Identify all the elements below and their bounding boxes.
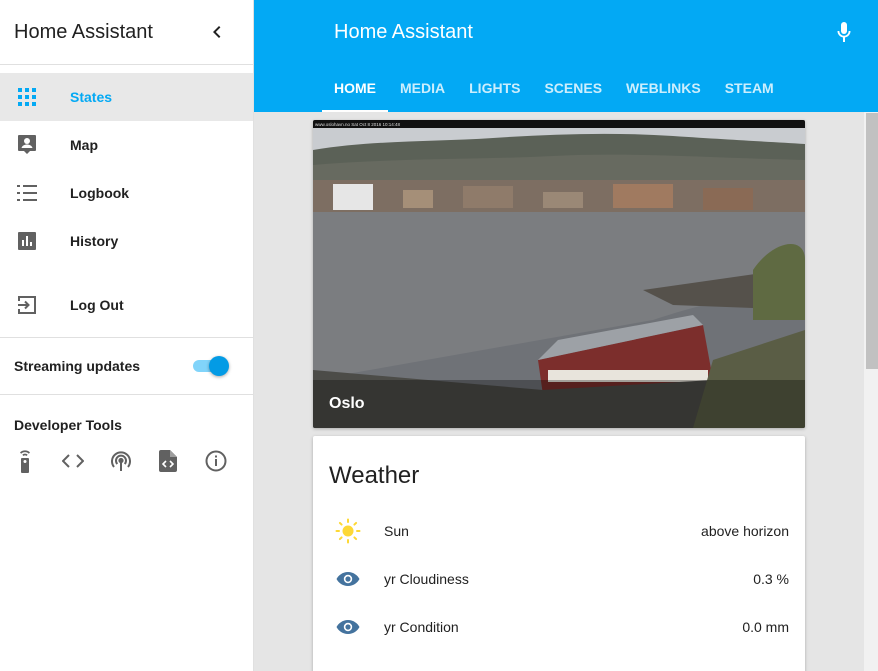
camera-card[interactable]: www.oslohavn.no Sat Oct 8 2016 10:14:48 …	[313, 120, 805, 428]
camera-timestamp: www.oslohavn.no Sat Oct 8 2016 10:14:48	[315, 122, 401, 127]
sidebar-nav: States Map Logbook History Log Out	[0, 65, 253, 329]
grid-icon	[14, 85, 40, 109]
weather-row-value: above horizon	[701, 523, 789, 539]
weather-card: Weather Sun above horizon yr Cloudiness …	[313, 436, 805, 671]
sidebar-title: Home Assistant	[14, 20, 153, 43]
sidebar-item-label: Map	[70, 137, 98, 153]
tab-lights[interactable]: LIGHTS	[457, 64, 532, 112]
developer-tools-title: Developer Tools	[14, 417, 122, 433]
sidebar-item-history[interactable]: History	[0, 217, 253, 265]
tab-home[interactable]: HOME	[322, 64, 388, 112]
list-icon	[14, 181, 40, 205]
tab-media[interactable]: MEDIA	[388, 64, 457, 112]
code-icon[interactable]	[61, 449, 84, 473]
developer-tools-icons	[0, 449, 253, 473]
app-header: Home Assistant HOME MEDIA LIGHTS SCENES …	[254, 0, 878, 112]
sidebar-header: Home Assistant	[0, 0, 253, 65]
microphone-button[interactable]	[832, 20, 856, 44]
sidebar-item-label: History	[70, 233, 119, 249]
weather-row-name: yr Cloudiness	[384, 571, 469, 587]
tab-bar: HOME MEDIA LIGHTS SCENES WEBLINKS STEAM	[322, 64, 786, 112]
eye-icon	[335, 614, 361, 640]
exit-icon	[14, 293, 40, 317]
weather-card-title: Weather	[329, 462, 420, 489]
camera-caption: Oslo	[313, 380, 805, 428]
sidebar-item-label: Logbook	[70, 185, 130, 201]
map-account-icon	[14, 133, 40, 157]
weather-row-name: yr Condition	[384, 619, 459, 635]
streaming-updates-row: Streaming updates	[0, 338, 253, 394]
sidebar: Home Assistant States Map Logbook Histor…	[0, 0, 254, 671]
weather-row-yr-condition[interactable]: yr Condition 0.0 mm	[313, 603, 805, 651]
eye-icon	[335, 566, 361, 592]
tab-weblinks[interactable]: WEBLINKS	[614, 64, 713, 112]
sidebar-item-map[interactable]: Map	[0, 121, 253, 169]
sun-icon	[335, 518, 361, 544]
tab-steam[interactable]: STEAM	[713, 64, 786, 112]
sidebar-item-logbook[interactable]: Logbook	[0, 169, 253, 217]
microphone-icon	[837, 22, 851, 42]
sidebar-item-label: Log Out	[70, 297, 124, 313]
streaming-updates-toggle[interactable]	[193, 356, 229, 376]
weather-row-sun[interactable]: Sun above horizon	[313, 507, 805, 555]
page-title: Home Assistant	[334, 21, 473, 43]
weather-row-yr-cloudiness[interactable]: yr Cloudiness 0.3 %	[313, 555, 805, 603]
collapse-sidebar-button[interactable]	[205, 20, 229, 44]
sidebar-item-logout[interactable]: Log Out	[0, 281, 253, 329]
weather-row-value: 0.3 %	[753, 571, 789, 587]
file-code-icon[interactable]	[158, 449, 180, 473]
toggle-knob	[209, 356, 229, 376]
weather-row-partial[interactable]	[313, 651, 805, 671]
weather-row-name: Sun	[384, 523, 409, 539]
sidebar-item-label: States	[70, 89, 113, 105]
tab-scenes[interactable]: SCENES	[532, 64, 614, 112]
bar-chart-icon	[14, 229, 40, 253]
broadcast-icon[interactable]	[110, 449, 132, 473]
weather-row-value: 0.0 mm	[742, 619, 789, 635]
sidebar-item-states[interactable]: States	[0, 73, 253, 121]
remote-icon[interactable]	[14, 449, 36, 473]
scrollbar-thumb[interactable]	[866, 113, 878, 369]
info-icon[interactable]	[205, 449, 227, 473]
streaming-updates-label: Streaming updates	[14, 358, 141, 374]
thermometer-icon	[335, 662, 361, 671]
chevron-left-icon	[213, 26, 221, 38]
